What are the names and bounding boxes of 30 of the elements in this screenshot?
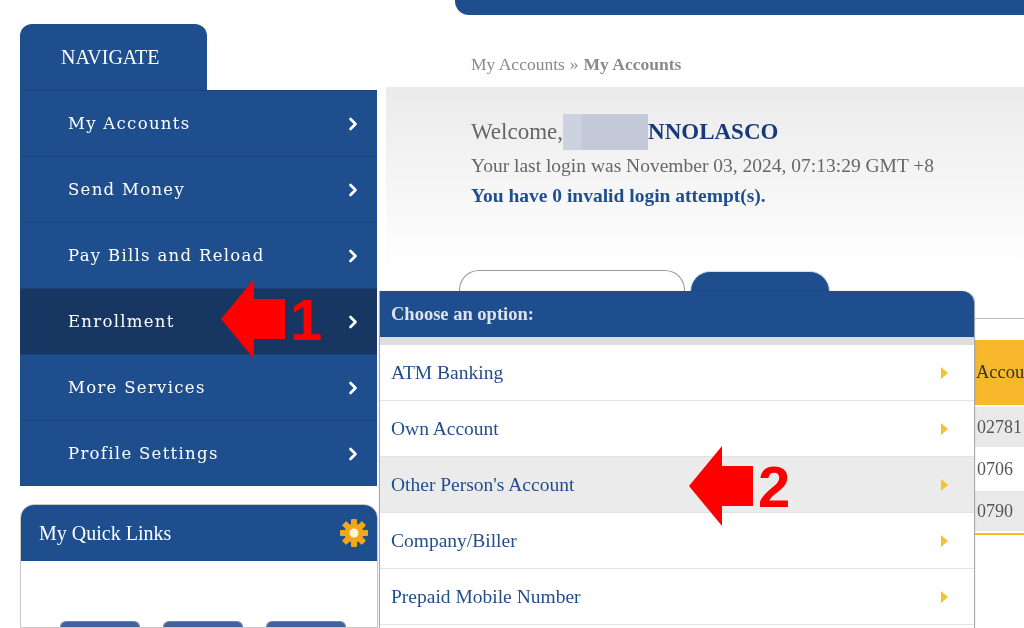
quick-link-button[interactable] (266, 621, 346, 627)
current-page-title: My Accounts (583, 54, 682, 75)
step-number: 1 (290, 291, 323, 349)
triangle-right-icon (941, 590, 948, 603)
menu-item[interactable]: Company/Biller (380, 513, 974, 569)
menu-item[interactable]: Own Account (380, 401, 974, 457)
menu-item[interactable]: ATM Banking (380, 345, 974, 401)
breadcrumb-separator: » (569, 54, 579, 75)
menu-item[interactable]: Prepaid Mobile Number (380, 569, 974, 625)
quick-links-title: My Quick Links (39, 521, 172, 545)
left-arrow-icon (689, 446, 753, 526)
triangle-right-icon (941, 534, 948, 547)
menu-header: Choose an option: (380, 291, 974, 337)
quick-link-button[interactable] (60, 621, 140, 627)
left-arrow-icon (221, 279, 285, 359)
user-name: NNOLASCO (648, 119, 779, 145)
triangle-right-icon (941, 478, 948, 491)
welcome-greeting: Welcome, (471, 119, 564, 145)
table-cell: 02781 (975, 407, 1024, 447)
step-number: 2 (758, 458, 791, 516)
table-cell: 0790 (975, 491, 1024, 531)
triangle-right-icon (941, 366, 948, 379)
triangle-right-icon (941, 422, 948, 435)
invalid-attempts-text: You have 0 invalid login attempt(s). (471, 184, 767, 208)
last-login-text: Your last login was November 03, 2024, 07:13:29 GMT +8 (471, 154, 936, 178)
quick-link-button[interactable] (163, 621, 243, 627)
breadcrumb-link[interactable]: My Accounts (471, 54, 565, 75)
gear-icon[interactable] (340, 519, 368, 547)
column-header: Accou (975, 340, 1024, 405)
navigate-heading: NAVIGATE (20, 24, 207, 90)
